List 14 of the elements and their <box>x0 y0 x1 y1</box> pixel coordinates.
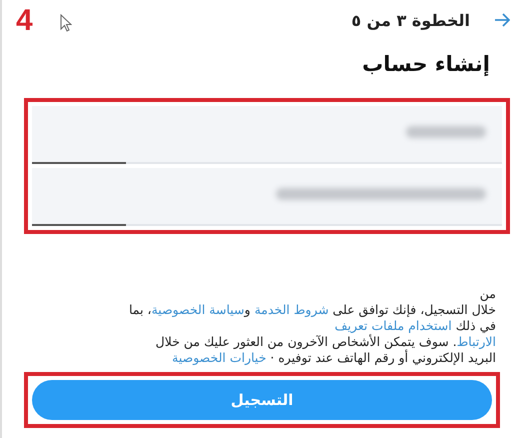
legal-link[interactable]: خيارات الخصوصية <box>172 350 266 365</box>
legal-link[interactable]: الارتباط <box>456 334 496 349</box>
signup-button[interactable]: التسجيل <box>32 380 492 420</box>
legal-notice: من خلال التسجيل، فإنك توافق على شروط الخدمة وسياسة الخصوصية، بما في ذلك استخدام ملفات تعريف الارتباط. سوف يتمكن الأشخاص الآخرون من العثور عليك من خلال البريد الإلكتروني أو رقم الهاتف عند توفيره · خيارات الخصوصية <box>128 286 496 366</box>
annotation-number: 4 <box>16 4 33 38</box>
page-title: إنشاء حساب <box>361 51 491 78</box>
name-field[interactable] <box>32 106 502 164</box>
back-arrow-icon[interactable] <box>494 13 510 27</box>
email-field[interactable] <box>32 168 502 226</box>
step-indicator: الخطوة ٣ من ٥ <box>351 10 470 30</box>
legal-link[interactable]: شروط الخدمة <box>254 302 329 317</box>
legal-link[interactable]: سياسة الخصوصية <box>151 302 244 317</box>
cursor-icon <box>60 14 72 32</box>
legal-link[interactable]: استخدام ملفات تعريف <box>334 318 452 333</box>
